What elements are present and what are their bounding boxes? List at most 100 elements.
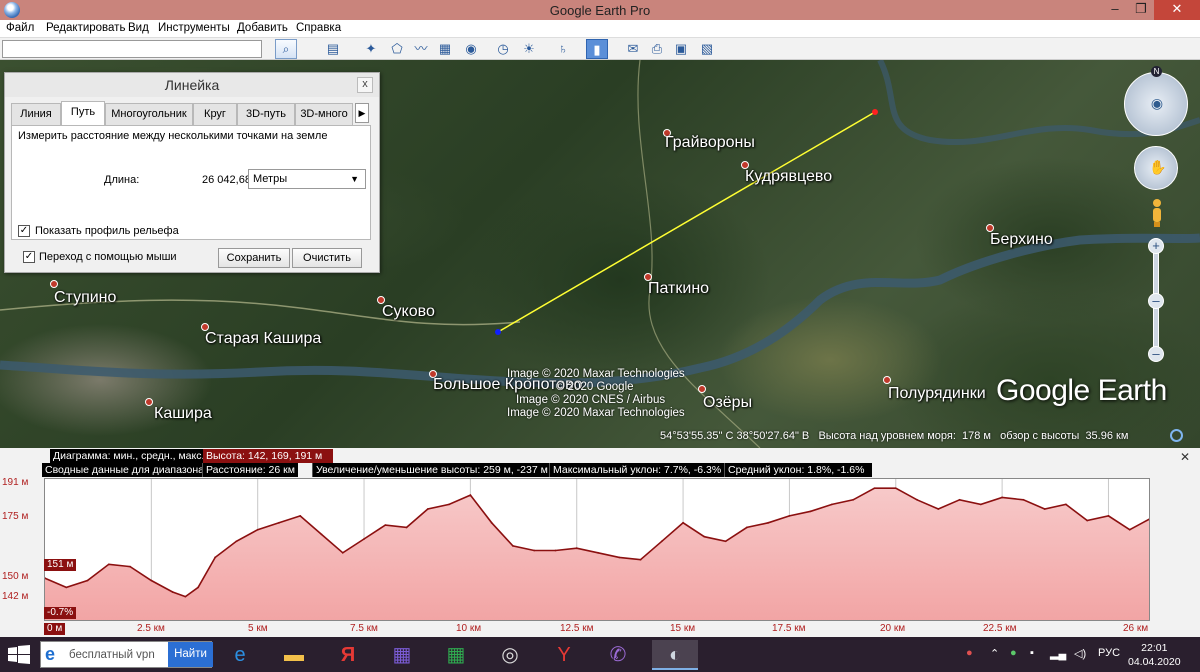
elevation-point [426,508,429,510]
edge-e-icon: e [45,644,56,664]
save-button[interactable]: Сохранить [218,248,290,268]
place-label-poluryadinki[interactable]: Полурядинки [888,385,986,403]
viber-icon[interactable]: ✆ [598,640,638,670]
place-label-patkino[interactable]: Паткино [648,280,709,298]
print-icon[interactable]: ⎙ [646,39,668,59]
place-label-kashira[interactable]: Кашира [154,405,212,423]
unit-select[interactable]: Метры ▼ [248,169,366,189]
tray-app-icon[interactable]: ▪ [1030,647,1034,659]
place-pin[interactable] [883,376,891,384]
street-view-pegman-icon[interactable] [1151,198,1163,228]
yandex-browser-icon[interactable]: Y [544,640,584,670]
tray-app-icon[interactable]: ● [966,647,973,659]
polygon-icon[interactable]: ⬠ [386,39,408,59]
overlay-icon[interactable]: ▦ [434,39,456,59]
ruler-icon[interactable]: ▮ [586,39,608,59]
tray-app-icon[interactable]: ● [1010,647,1017,659]
zoom-in-icon[interactable]: + [1148,238,1164,254]
toolbar: ⌕ ▤ ✦ ⬠ 〰 ▦ ◉ ◷ ☀ ♄ ▮ ✉ ⎙ ▣ ▧ [0,38,1200,60]
coordinates: 54°53'55.35" С 38°50'27.64" В [660,430,810,442]
x-tick-label: 22.5 км [983,623,1017,634]
tab-circle[interactable]: Круг [193,103,237,125]
place-label-stupino[interactable]: Ступино [54,289,116,307]
clock-date: 04.04.2020 [1128,656,1181,668]
tab-path[interactable]: Путь [61,101,105,126]
search-icon[interactable]: ⌕ [275,39,297,59]
network-icon[interactable]: ▂▄ [1050,647,1066,660]
volume-icon[interactable]: ◁) [1074,647,1086,660]
calculator-icon[interactable]: ▦ [382,640,422,670]
menu-view[interactable]: Вид [128,22,149,34]
menu-help[interactable]: Справка [296,22,341,34]
google-earth-taskbar-icon[interactable]: ◐ [652,640,698,670]
tab-3d-polygon[interactable]: 3D-много [295,103,353,125]
windows-start-icon[interactable] [8,645,30,665]
taskbar-search-input[interactable]: бесплатный vpn [69,649,155,661]
path-icon[interactable]: 〰 [410,39,432,59]
profile-close-button[interactable]: ✕ [1180,450,1190,464]
place-label-berkhino[interactable]: Берхино [990,231,1053,249]
taskbar-search[interactable]: e бесплатный vpn Найти [40,641,213,668]
place-label-grayvorony[interactable]: Грайвороны [665,134,755,152]
historical-imagery-icon[interactable]: ◷ [492,39,514,59]
zoom-out-icon[interactable]: – [1148,346,1164,362]
file-explorer-icon[interactable]: ▬ [274,640,314,670]
elevation-point [554,549,557,552]
place-pin[interactable] [698,385,706,393]
menu-add[interactable]: Добавить [237,22,288,34]
clock[interactable]: 22:01 04.04.2020 [1128,641,1181,669]
elevation-point [937,508,940,510]
elevation-point [512,544,514,547]
place-label-sukovo[interactable]: Суково [382,303,435,321]
tab-scroll-right-icon[interactable]: ▶ [355,103,369,123]
move-control[interactable]: ✋ [1134,146,1178,190]
tab-3d-path[interactable]: 3D-путь [237,103,295,125]
elevation-point [1107,515,1110,517]
mouse-nav-checkbox[interactable]: ✓ [23,251,35,263]
elevation-point [597,551,599,554]
language-indicator[interactable]: РУС [1098,647,1120,659]
taskbar-search-button[interactable]: Найти [168,642,213,667]
yandex-icon[interactable]: Я [328,640,368,670]
ruler-dialog-title: Линейка [5,73,379,97]
cd-icon[interactable]: ◎ [490,640,530,670]
place-label-staraya-kashira[interactable]: Старая Кашира [205,330,321,348]
place-pin[interactable] [145,398,153,406]
tab-polygon[interactable]: Многоугольник [105,103,193,125]
menu-file[interactable]: Файл [6,22,34,34]
elevation-point [1128,528,1131,531]
email-icon[interactable]: ✉ [622,39,644,59]
sidebar-icon[interactable]: ▤ [322,39,344,59]
menu-tools[interactable]: Инструменты [158,22,230,34]
tab-line[interactable]: Линия [11,103,61,125]
sunlight-icon[interactable]: ☀ [518,39,540,59]
place-label-ozyory[interactable]: Озёры [703,394,752,412]
clear-button[interactable]: Очистить [292,248,362,268]
restore-button[interactable]: ❐ [1126,0,1156,20]
search-input[interactable] [2,40,262,58]
elevation-chart-svg [45,479,1149,620]
elevation-point [448,503,451,506]
elevation-area [45,488,1149,620]
place-label-kudryavtsevo[interactable]: Кудрявцево [745,168,832,186]
tour-icon[interactable]: ◉ [460,39,482,59]
place-pin[interactable] [50,280,58,288]
eye-altitude-value: 35.96 км [1085,430,1129,442]
maps-icon[interactable]: ▧ [696,39,718,59]
edge-icon[interactable]: e [220,640,260,670]
x-tick-label: 5 км [248,623,268,634]
save-image-icon[interactable]: ▣ [670,39,692,59]
elevation-chart[interactable] [44,478,1150,621]
tray-show-hidden-icon[interactable]: ⌃ [990,647,999,660]
look-control[interactable]: N ◉ [1124,66,1188,136]
spreadsheet-icon[interactable]: ▦ [436,640,476,670]
zoom-slider-handle[interactable]: – [1148,293,1164,309]
show-profile-checkbox[interactable]: ✓ [18,225,30,237]
menu-edit[interactable]: Редактировать [46,22,125,34]
google-earth-logo: Google Earth [996,374,1167,407]
placemark-icon[interactable]: ✦ [360,39,382,59]
compass-north[interactable]: N [1151,66,1162,77]
ruler-close-button[interactable]: x [357,77,373,93]
close-button[interactable]: ✕ [1154,0,1200,20]
planets-icon[interactable]: ♄ [552,39,574,59]
